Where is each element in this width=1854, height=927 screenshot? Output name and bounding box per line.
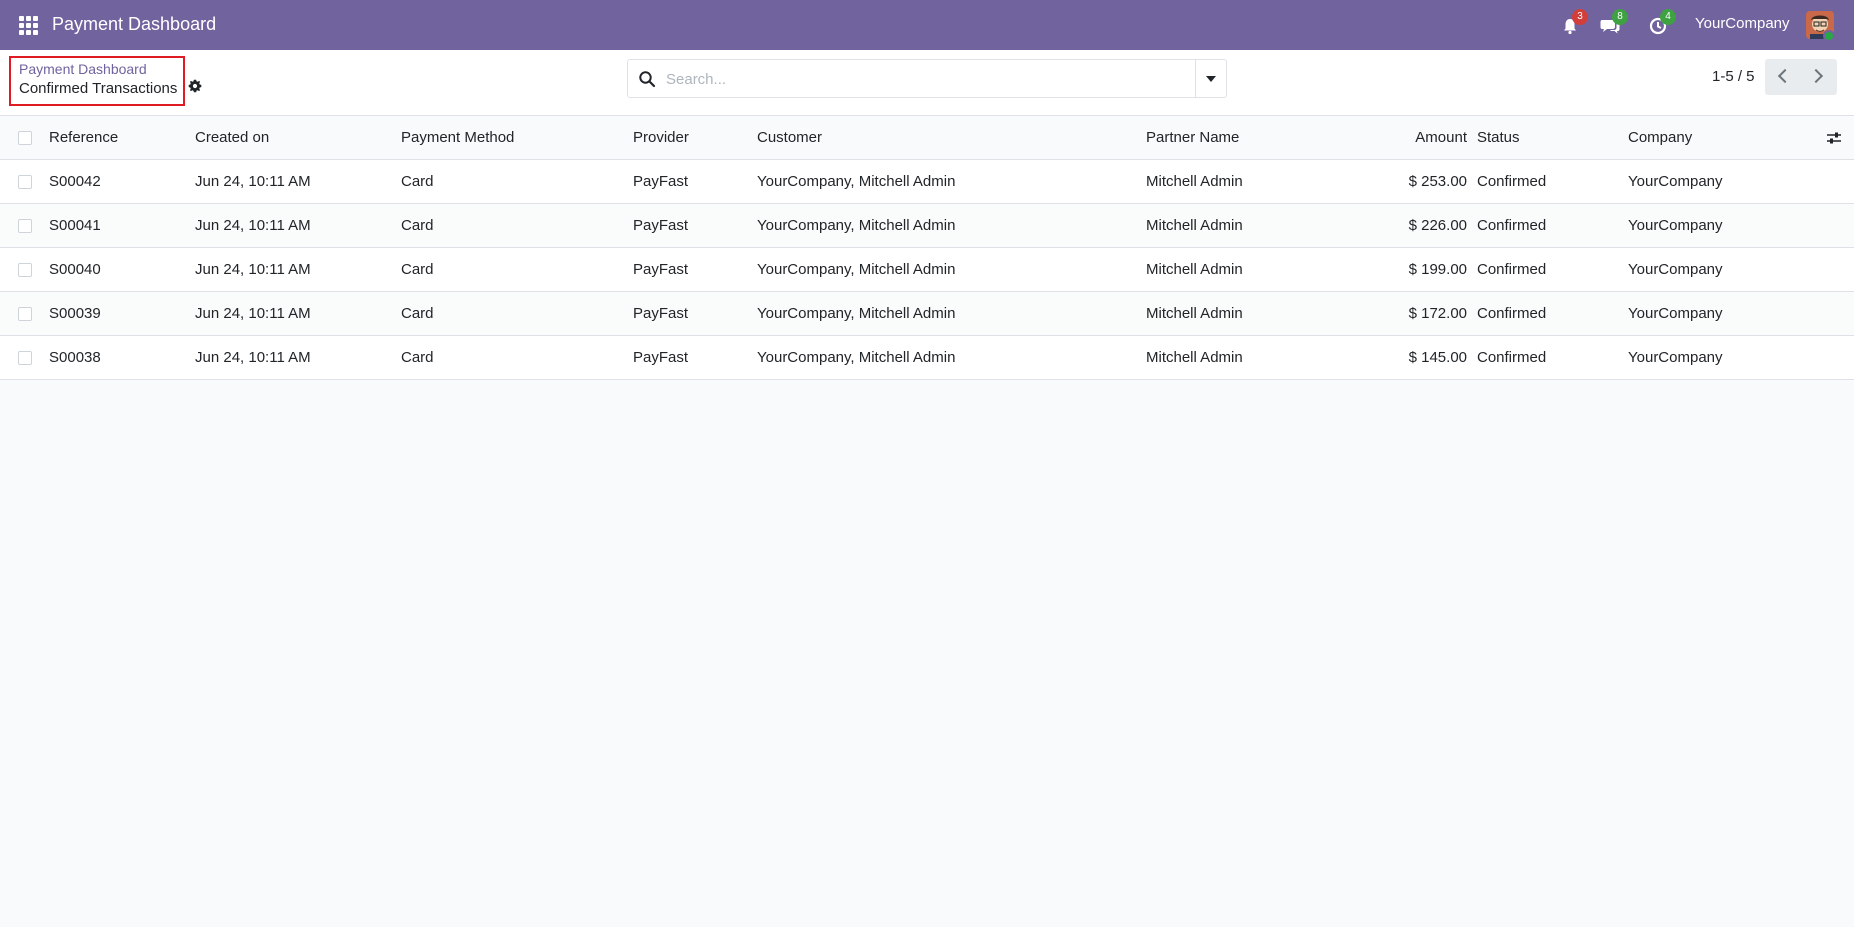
row-checkbox[interactable] xyxy=(18,218,32,233)
apps-menu-icon[interactable] xyxy=(19,16,38,35)
cell-reference: S00038 xyxy=(49,335,195,380)
chevron-left-icon xyxy=(1777,68,1793,84)
column-header-company[interactable]: Company xyxy=(1628,116,1813,160)
cell-company: YourCompany xyxy=(1628,335,1813,380)
column-header-customer[interactable]: Customer xyxy=(757,116,1146,160)
search-bar xyxy=(627,59,1227,98)
search-icon[interactable] xyxy=(638,70,656,88)
cell-status: Confirmed xyxy=(1477,159,1628,204)
cell-customer: YourCompany, Mitchell Admin xyxy=(757,203,1146,248)
cell-provider: PayFast xyxy=(633,203,757,248)
cell-amount: $ 226.00 xyxy=(1346,203,1477,248)
cell-status: Confirmed xyxy=(1477,203,1628,248)
cell-reference: S00039 xyxy=(49,291,195,336)
chevron-right-icon xyxy=(1808,68,1824,84)
cell-status: Confirmed xyxy=(1477,247,1628,292)
cell-created-on: Jun 24, 10:11 AM xyxy=(195,203,401,248)
cell-payment-method: Card xyxy=(401,291,633,336)
app-title[interactable]: Payment Dashboard xyxy=(52,14,216,35)
cell-status: Confirmed xyxy=(1477,335,1628,380)
row-checkbox[interactable] xyxy=(18,306,32,321)
cell-created-on: Jun 24, 10:11 AM xyxy=(195,247,401,292)
cell-amount: $ 145.00 xyxy=(1346,335,1477,380)
column-header-partner-name[interactable]: Partner Name xyxy=(1146,116,1346,160)
cell-status: Confirmed xyxy=(1477,291,1628,336)
cell-payment-method: Card xyxy=(401,203,633,248)
cell-amount: $ 199.00 xyxy=(1346,247,1477,292)
control-panel: Payment Dashboard Confirmed Transactions… xyxy=(0,50,1854,116)
cell-provider: PayFast xyxy=(633,335,757,380)
column-header-amount[interactable]: Amount xyxy=(1346,116,1477,160)
cell-company: YourCompany xyxy=(1628,247,1813,292)
column-header-provider[interactable]: Provider xyxy=(633,116,757,160)
row-checkbox[interactable] xyxy=(18,174,32,189)
cell-amount: $ 253.00 xyxy=(1346,159,1477,204)
cell-reference: S00042 xyxy=(49,159,195,204)
cell-partner-name: Mitchell Admin xyxy=(1146,291,1346,336)
cell-partner-name: Mitchell Admin xyxy=(1146,335,1346,380)
cell-customer: YourCompany, Mitchell Admin xyxy=(757,247,1146,292)
table-row[interactable]: S00039 Jun 24, 10:11 AM Card PayFast You… xyxy=(0,291,1854,336)
cell-provider: PayFast xyxy=(633,159,757,204)
column-header-payment-method[interactable]: Payment Method xyxy=(401,116,633,160)
search-options-toggle[interactable] xyxy=(1195,60,1227,97)
cell-company: YourCompany xyxy=(1628,203,1813,248)
cell-partner-name: Mitchell Admin xyxy=(1146,203,1346,248)
cell-customer: YourCompany, Mitchell Admin xyxy=(757,291,1146,336)
cell-amount: $ 172.00 xyxy=(1346,291,1477,336)
table-row[interactable]: S00041 Jun 24, 10:11 AM Card PayFast You… xyxy=(0,203,1854,248)
messages-badge: 8 xyxy=(1612,9,1628,25)
cell-partner-name: Mitchell Admin xyxy=(1146,247,1346,292)
select-all-cell xyxy=(0,116,49,160)
table-row[interactable]: S00038 Jun 24, 10:11 AM Card PayFast You… xyxy=(0,335,1854,380)
cell-provider: PayFast xyxy=(633,247,757,292)
cell-company: YourCompany xyxy=(1628,291,1813,336)
messages-button[interactable]: 8 xyxy=(1600,9,1628,37)
cell-payment-method: Card xyxy=(401,247,633,292)
activities-badge: 4 xyxy=(1660,9,1676,25)
breadcrumb-parent-link[interactable]: Payment Dashboard xyxy=(19,61,147,77)
top-navbar: Payment Dashboard 3 8 4 YourCompany xyxy=(0,0,1854,50)
row-checkbox[interactable] xyxy=(18,262,32,277)
cell-reference: S00041 xyxy=(49,203,195,248)
cell-customer: YourCompany, Mitchell Admin xyxy=(757,335,1146,380)
pager-value[interactable]: 1-5 / 5 xyxy=(1712,68,1755,85)
cell-created-on: Jun 24, 10:11 AM xyxy=(195,335,401,380)
optional-columns-toggle-icon[interactable] xyxy=(1826,131,1842,145)
company-switcher[interactable]: YourCompany xyxy=(1695,15,1790,32)
cell-customer: YourCompany, Mitchell Admin xyxy=(757,159,1146,204)
online-status-indicator xyxy=(1823,30,1835,42)
cell-payment-method: Card xyxy=(401,159,633,204)
cell-provider: PayFast xyxy=(633,291,757,336)
search-input[interactable] xyxy=(666,68,1196,90)
table-header-row: Reference Created on Payment Method Prov… xyxy=(0,116,1854,160)
table-row[interactable]: S00040 Jun 24, 10:11 AM Card PayFast You… xyxy=(0,247,1854,292)
cell-payment-method: Card xyxy=(401,335,633,380)
column-header-reference[interactable]: Reference xyxy=(49,116,195,160)
pager-next-button[interactable] xyxy=(1801,59,1837,95)
cell-created-on: Jun 24, 10:11 AM xyxy=(195,291,401,336)
cell-partner-name: Mitchell Admin xyxy=(1146,159,1346,204)
cell-company: YourCompany xyxy=(1628,159,1813,204)
cell-created-on: Jun 24, 10:11 AM xyxy=(195,159,401,204)
column-header-status[interactable]: Status xyxy=(1477,116,1628,160)
gear-icon[interactable] xyxy=(188,79,202,93)
row-checkbox[interactable] xyxy=(18,350,32,365)
table-row[interactable]: S00042 Jun 24, 10:11 AM Card PayFast You… xyxy=(0,159,1854,204)
breadcrumb-current: Confirmed Transactions xyxy=(19,80,178,97)
breadcrumb: Payment Dashboard Confirmed Transactions xyxy=(9,56,185,106)
pager-previous-button[interactable] xyxy=(1765,59,1801,95)
select-all-checkbox[interactable] xyxy=(18,130,32,145)
notifications-button[interactable]: 3 xyxy=(1560,9,1588,37)
notifications-badge: 3 xyxy=(1572,9,1588,25)
optional-columns-cell xyxy=(1813,116,1854,160)
activities-button[interactable]: 4 xyxy=(1648,9,1676,37)
caret-down-icon xyxy=(1206,76,1216,82)
column-header-created-on[interactable]: Created on xyxy=(195,116,401,160)
cell-reference: S00040 xyxy=(49,247,195,292)
transactions-table: Reference Created on Payment Method Prov… xyxy=(0,116,1854,380)
